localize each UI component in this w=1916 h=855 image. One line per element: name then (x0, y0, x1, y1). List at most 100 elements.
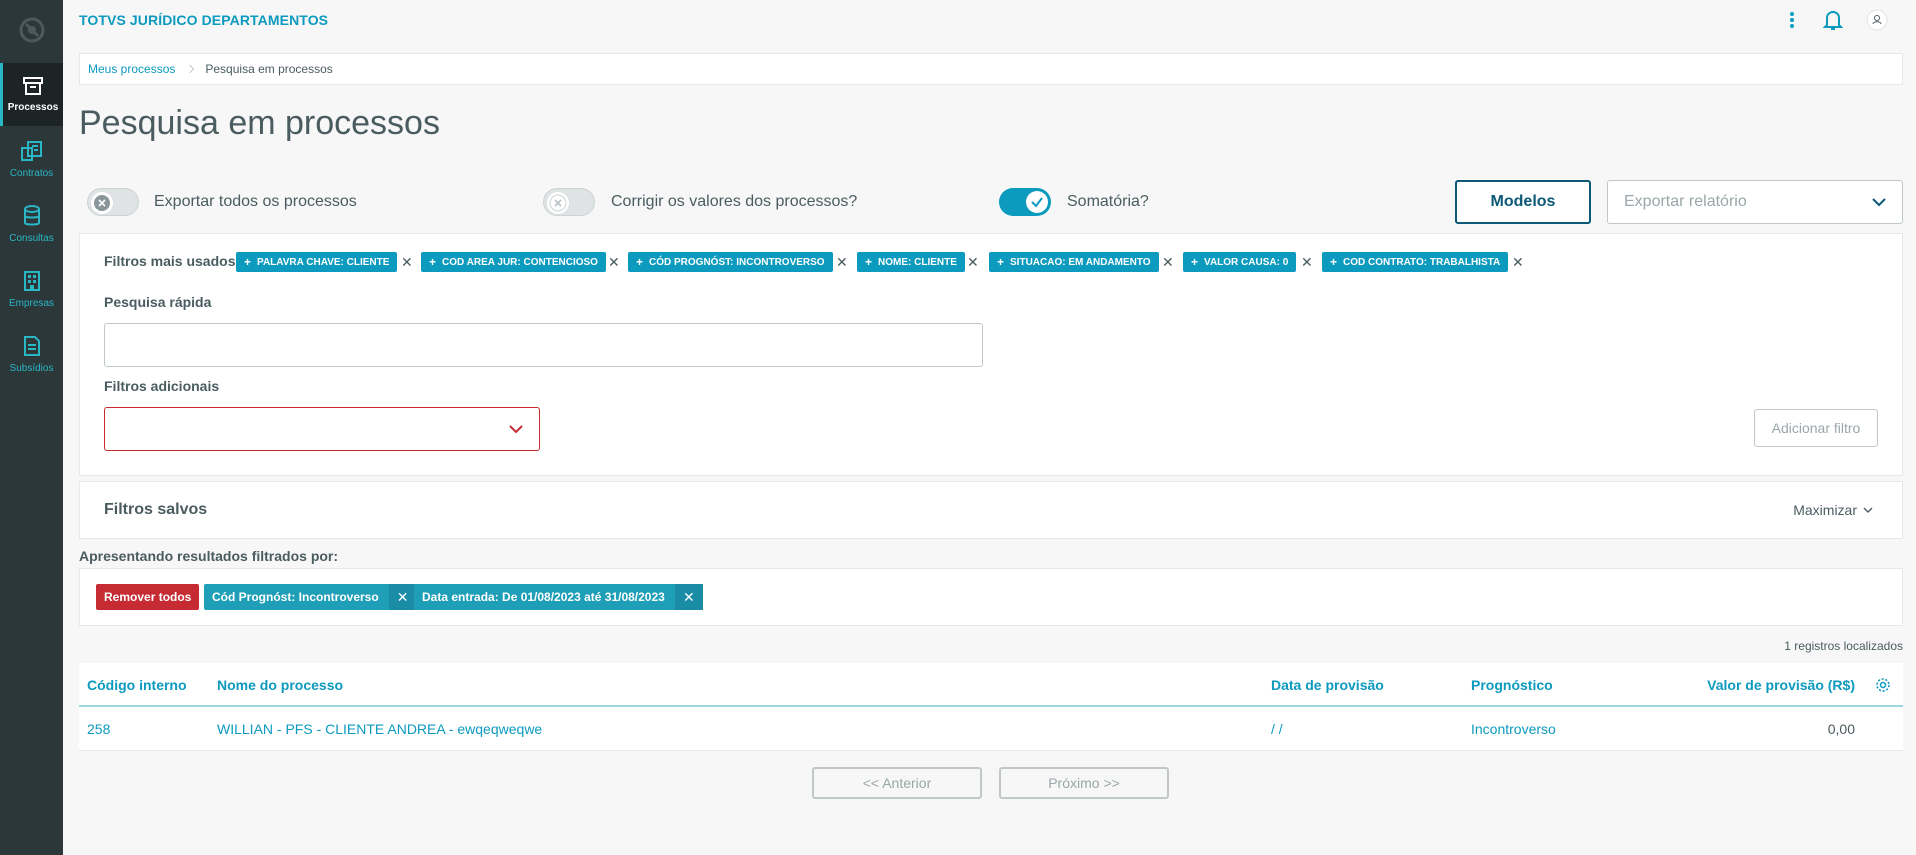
close-icon[interactable]: ✕ (1512, 252, 1524, 272)
bell-icon[interactable] (1821, 8, 1845, 32)
chevron-down-icon (509, 425, 523, 434)
sidebar: Processos Contratos Consultas Empresas S… (0, 0, 63, 855)
active-filter-tag-label: Cód Prognóst: Incontroverso (212, 590, 379, 604)
close-icon[interactable]: ✕ (608, 252, 620, 272)
close-icon[interactable]: ✕ (1162, 252, 1174, 272)
breadcrumb-link-meus-processos[interactable]: Meus processos (88, 62, 175, 76)
cell-provision-value: 0,00 (1827, 721, 1855, 737)
cell-internal-code[interactable]: 258 (87, 721, 110, 737)
breadcrumb-separator-icon (186, 64, 195, 74)
active-filter-tag: Cód Prognóst: Incontroverso ✕ (204, 584, 417, 610)
remove-all-button[interactable]: Remover todos (96, 584, 200, 610)
filter-chip[interactable]: + VALOR CAUSA: 0 (1183, 252, 1297, 272)
close-icon[interactable]: ✕ (1301, 252, 1313, 272)
more-vertical-icon[interactable] (1780, 8, 1804, 32)
active-filter-tag: Data entrada: De 01/08/2023 até 31/08/20… (414, 584, 703, 610)
plus-icon: + (865, 255, 873, 269)
sidebar-item-subsidios[interactable]: Subsídios (0, 323, 63, 386)
sidebar-item-consultas[interactable]: Consultas (0, 193, 63, 256)
column-header[interactable]: Valor de provisão (R$) (1707, 677, 1855, 693)
column-header[interactable]: Prognóstico (1471, 677, 1553, 693)
database-icon (23, 205, 40, 226)
sidebar-item-contratos[interactable]: Contratos (0, 128, 63, 191)
plus-icon: + (636, 255, 644, 269)
plus-icon: + (244, 255, 252, 269)
results-filtered-label: Apresentando resultados filtrados por: (79, 548, 339, 564)
close-icon[interactable]: ✕ (836, 252, 848, 272)
export-all-toggle[interactable] (87, 188, 139, 216)
filter-chip[interactable]: + PALAVRA CHAVE: CLIENTE (236, 252, 398, 272)
plus-icon: + (429, 255, 437, 269)
toggle-on-check-icon (1026, 191, 1048, 213)
results-table-header: Código interno Nome do processo Data de … (79, 663, 1903, 707)
sidebar-item-label: Subsídios (9, 363, 54, 374)
sidebar-item-empresas[interactable]: Empresas (0, 258, 63, 321)
filter-chip[interactable]: + COD AREA JUR: CONTENCIOSO (421, 252, 606, 272)
additional-filters-label: Filtros adicionais (104, 378, 220, 394)
column-header[interactable]: Data de provisão (1271, 677, 1384, 693)
cell-process-name[interactable]: WILLIAN - PFS - CLIENTE ANDREA - ewqeqwe… (217, 721, 542, 737)
close-icon[interactable]: ✕ (967, 252, 979, 272)
chevron-down-icon (1872, 198, 1886, 207)
active-filter-tag-label: Data entrada: De 01/08/2023 até 31/08/20… (422, 590, 665, 604)
filter-chip[interactable]: + COD CONTRATO: TRABALHISTA (1322, 252, 1509, 272)
sidebar-item-processos[interactable]: Processos (0, 63, 63, 126)
toggle-off-x-icon (91, 192, 113, 214)
correct-values-label: Corrigir os valores dos processos? (611, 193, 858, 210)
cell-provision-date: / / (1271, 721, 1283, 737)
most-used-filters-label: Filtros mais usados (104, 253, 236, 269)
export-report-placeholder: Exportar relatório (1624, 193, 1747, 210)
plus-icon: + (997, 255, 1005, 269)
close-icon[interactable]: ✕ (674, 584, 703, 610)
gear-icon[interactable] (1875, 677, 1891, 693)
maximize-toggle[interactable]: Maximizar (1793, 502, 1874, 518)
quick-search-label: Pesquisa rápida (104, 294, 212, 310)
sidebar-item-label: Contratos (9, 168, 54, 179)
breadcrumb: Meus processos Pesquisa em processos (79, 53, 1903, 85)
previous-page-button[interactable]: << Anterior (812, 767, 982, 799)
column-header[interactable]: Nome do processo (217, 677, 343, 693)
filter-chip[interactable]: + NOME: CLIENTE (857, 252, 965, 272)
export-report-select[interactable]: Exportar relatório (1607, 180, 1903, 224)
sidebar-item-label: Empresas (8, 298, 54, 309)
export-all-label: Exportar todos os processos (154, 193, 357, 210)
filter-chip-label: COD AREA JUR: CONTENCIOSO (442, 256, 598, 268)
plus-icon: + (1330, 255, 1338, 269)
toggle-off-x-icon (547, 192, 569, 214)
next-page-button[interactable]: Próximo >> (999, 767, 1169, 799)
saved-filters-title: Filtros salvos (104, 501, 208, 518)
chevron-down-icon (1863, 507, 1873, 513)
filter-chip-label: PALAVRA CHAVE: CLIENTE (257, 256, 390, 268)
modelos-button[interactable]: Modelos (1455, 180, 1591, 224)
additional-filters-select[interactable] (104, 407, 540, 451)
filter-chip[interactable]: + SITUACAO: EM ANDAMENTO (989, 252, 1159, 272)
filter-chip[interactable]: + CÓD PROGNÓST: INCONTROVERSO (628, 252, 833, 272)
plus-icon: + (1191, 255, 1199, 269)
user-avatar-icon[interactable] (1865, 8, 1889, 32)
app-title: TOTVS JURÍDICO DEPARTAMENTOS (79, 12, 329, 28)
filter-chip-label: VALOR CAUSA: 0 (1204, 256, 1289, 268)
close-icon[interactable]: ✕ (401, 252, 413, 272)
sum-label: Somatória? (1067, 193, 1149, 210)
filter-chip-label: SITUACAO: EM ANDAMENTO (1010, 256, 1151, 268)
close-icon[interactable]: ✕ (388, 584, 417, 610)
page-title: Pesquisa em processos (79, 104, 440, 142)
sidebar-item-label: Consultas (9, 233, 54, 244)
column-header[interactable]: Código interno (87, 677, 187, 693)
logo-icon[interactable] (0, 0, 63, 60)
archive-box-icon (23, 77, 43, 95)
add-filter-button[interactable]: Adicionar filtro (1754, 409, 1878, 447)
table-row[interactable]: 258 WILLIAN - PFS - CLIENTE ANDREA - ewq… (79, 707, 1903, 751)
cell-prognosis: Incontroverso (1471, 721, 1556, 737)
contracts-icon (20, 141, 42, 161)
breadcrumb-current: Pesquisa em processos (205, 62, 333, 76)
correct-values-toggle[interactable] (543, 188, 595, 216)
sidebar-item-label: Processos (7, 102, 59, 113)
building-icon (23, 271, 40, 291)
quick-search-input[interactable] (104, 323, 983, 367)
records-count: 1 registros localizados (1784, 639, 1903, 653)
sum-toggle[interactable] (999, 188, 1051, 216)
saved-filters-panel (79, 481, 1903, 539)
document-icon (23, 336, 40, 356)
filter-chip-label: COD CONTRATO: TRABALHISTA (1343, 256, 1501, 268)
